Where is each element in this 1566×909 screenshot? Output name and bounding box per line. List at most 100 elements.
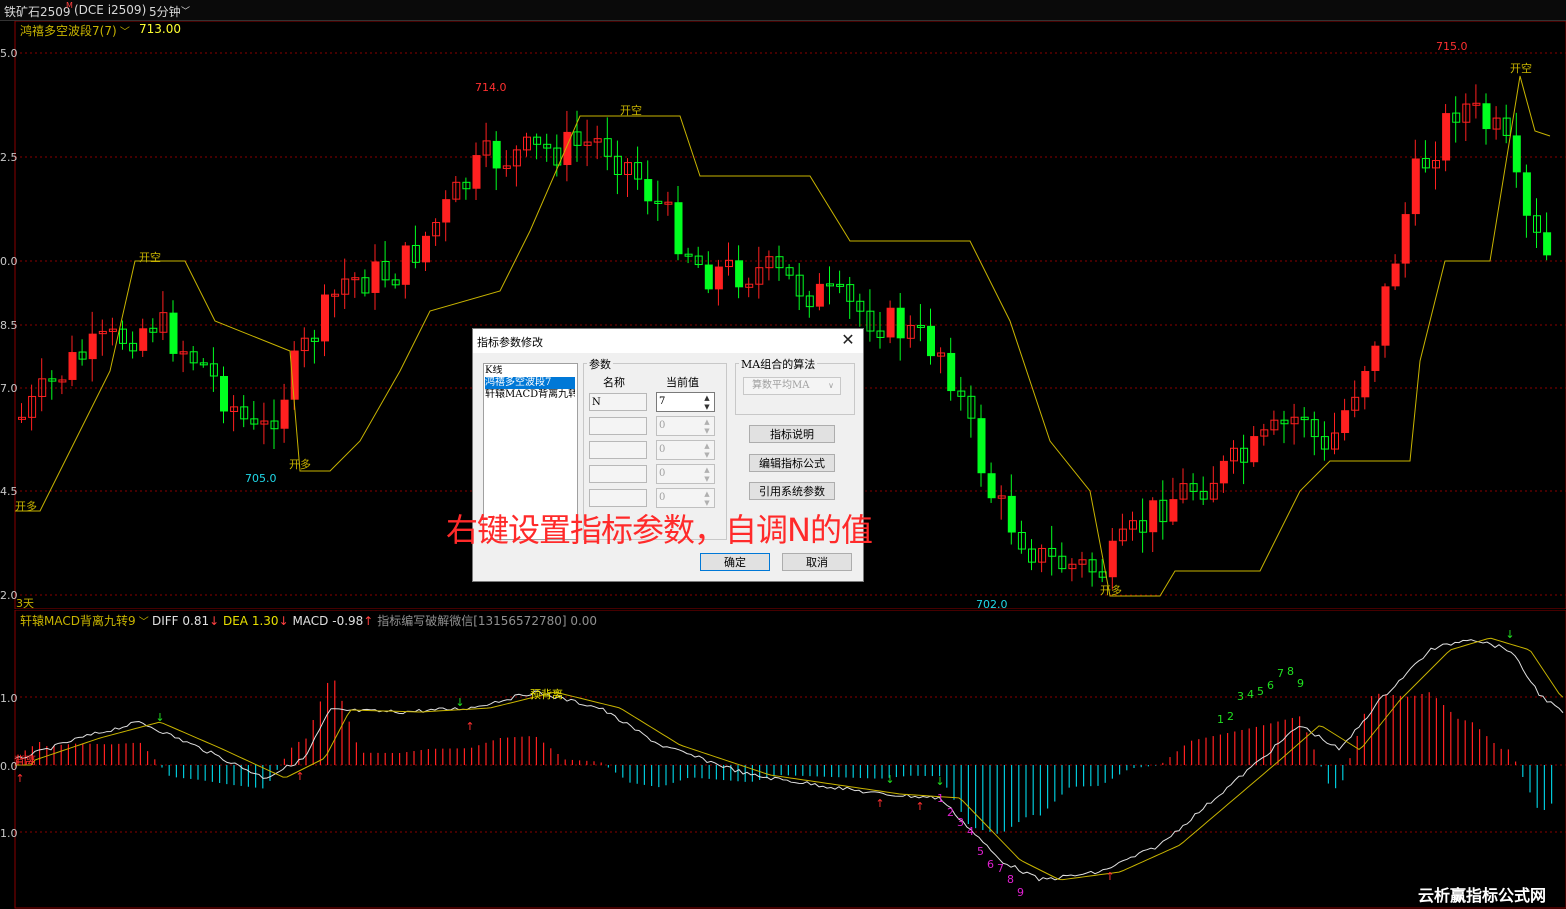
days-label: 3天 bbox=[16, 597, 34, 610]
col-value-header: 当前值 bbox=[666, 376, 699, 389]
list-item-selected[interactable]: 鸿禧多空波段7 bbox=[485, 377, 575, 389]
param-value-spinner: 0 ▲ ▼ bbox=[656, 416, 715, 436]
signal-open-long: 开多 bbox=[289, 458, 311, 471]
candle-body bbox=[896, 307, 905, 339]
chevron-down-icon[interactable]: ﹀ bbox=[181, 4, 190, 17]
candle-body bbox=[1482, 103, 1491, 130]
dea-line bbox=[15, 637, 1564, 881]
candle-body bbox=[927, 325, 935, 357]
candle-body bbox=[1371, 345, 1380, 372]
candle-body bbox=[674, 202, 683, 255]
count-green: 9 bbox=[1297, 677, 1304, 690]
candle-body bbox=[644, 179, 653, 202]
signal-open-short: 开空 bbox=[139, 251, 161, 264]
candle-body bbox=[1219, 460, 1228, 484]
count-pink: 1 bbox=[937, 792, 944, 805]
edit-formula-button[interactable]: 编辑指标公式 bbox=[749, 454, 835, 472]
annotation-overlay: 右键设置指标参数，自调N的值 bbox=[446, 511, 873, 549]
candle-body bbox=[947, 352, 956, 392]
ok-button[interactable]: 确定 bbox=[700, 553, 770, 571]
count-green: 2 bbox=[1227, 710, 1234, 723]
signal-open-short: 开空 bbox=[1510, 62, 1532, 75]
y-axis-label: 2.5 bbox=[0, 151, 18, 164]
candle-body bbox=[139, 328, 148, 351]
symbol-name[interactable]: 铁矿石2509 bbox=[4, 3, 71, 20]
count-green: 6 bbox=[1267, 679, 1274, 692]
candle-body bbox=[886, 307, 895, 338]
candle-body bbox=[1522, 172, 1531, 216]
param-name-cell bbox=[589, 465, 647, 483]
count-pink: 5 bbox=[977, 845, 984, 858]
count-pink: 2 bbox=[947, 806, 954, 819]
candle-body bbox=[704, 264, 713, 290]
param-value[interactable]: 7 bbox=[659, 396, 665, 407]
count-pink: 6 bbox=[987, 858, 994, 871]
count-pink: 7 bbox=[997, 862, 1004, 875]
candle-body bbox=[401, 245, 410, 285]
macd-chart[interactable]: ↑↓↑↓↑↑↓↑↓↑↓ bbox=[0, 610, 1566, 909]
param-value-spinner: 0 ▲ ▼ bbox=[656, 440, 715, 460]
spin-down-icon: ▼ bbox=[704, 475, 710, 483]
close-icon[interactable]: ✕ bbox=[839, 331, 857, 349]
arrow-up-icon: ↑ bbox=[15, 772, 24, 785]
candle-body bbox=[1007, 495, 1016, 533]
list-item[interactable]: 轩辕MACD背离九转 bbox=[485, 389, 575, 401]
count-green: 8 bbox=[1287, 665, 1294, 678]
period-selector[interactable]: 5分钟 bbox=[149, 3, 181, 20]
param-value-spinner[interactable]: 7 ▲ ▼ bbox=[656, 392, 715, 412]
y-axis-label: 8.5 bbox=[0, 319, 18, 332]
sub-y-axis-label: 1.0 bbox=[0, 692, 18, 705]
candle-body bbox=[1169, 499, 1178, 522]
arrow-up-icon: ↑ bbox=[915, 800, 924, 813]
candle-body bbox=[815, 283, 824, 307]
dialog-titlebar[interactable]: 指标参数修改 ✕ bbox=[473, 329, 863, 353]
signal-open-short: 开空 bbox=[620, 104, 642, 117]
spin-up-icon[interactable]: ▲ bbox=[701, 394, 713, 402]
candle-body bbox=[492, 140, 501, 169]
dea-value: DEA 1.30 bbox=[222, 614, 279, 628]
param-value: 0 bbox=[659, 444, 666, 455]
param-value: 0 bbox=[659, 492, 666, 503]
count-green: 4 bbox=[1247, 688, 1254, 701]
param-name-cell bbox=[589, 441, 647, 459]
spin-up-icon: ▲ bbox=[704, 490, 710, 498]
y-axis-label: 7.0 bbox=[0, 382, 18, 395]
count-green: 5 bbox=[1257, 685, 1264, 698]
param-value: 0 bbox=[659, 420, 666, 431]
main-indicator-name[interactable]: 鸿禧多空波段7(7) ﹀ bbox=[20, 22, 130, 39]
indicator-help-button[interactable]: 指标说明 bbox=[749, 425, 835, 443]
candle-body bbox=[1512, 135, 1521, 173]
candle-body bbox=[563, 131, 572, 166]
signal-open-long: 开多 bbox=[15, 500, 37, 513]
candle-body bbox=[1149, 500, 1158, 533]
count-pink: 8 bbox=[1007, 873, 1014, 886]
sub-indicator-name[interactable]: 轩辕MACD背离九转9 bbox=[20, 614, 136, 628]
param-value-spinner: 0 ▲ ▼ bbox=[656, 464, 715, 484]
chart-frame bbox=[14, 610, 1566, 909]
author-note: 指标编写破解微信[13156572780] 0.00 bbox=[377, 614, 598, 628]
y-axis-label: 4.5 bbox=[0, 485, 18, 498]
count-pink: 3 bbox=[957, 816, 964, 829]
candle-body bbox=[169, 312, 178, 354]
spin-down-icon[interactable]: ▼ bbox=[701, 403, 713, 411]
ma-algorithm-value: 算数平均MA bbox=[752, 380, 810, 391]
cancel-button[interactable]: 取消 bbox=[782, 553, 852, 571]
system-params-button[interactable]: 引用系统参数 bbox=[749, 482, 835, 500]
dialog-title: 指标参数修改 bbox=[477, 336, 543, 349]
candle-body bbox=[1341, 410, 1350, 434]
spin-up-icon: ▲ bbox=[704, 418, 710, 426]
col-name-header: 名称 bbox=[603, 376, 625, 389]
y-axis-label: 2.0 bbox=[0, 589, 18, 602]
candle-body bbox=[280, 399, 289, 429]
signal-open-long: 开多 bbox=[1100, 584, 1122, 597]
spin-up-icon: ▲ bbox=[704, 442, 710, 450]
arrow-down-icon: ↓ bbox=[455, 696, 464, 709]
candle-body bbox=[220, 375, 228, 412]
ma-algorithm-select: 算数平均MA ∨ bbox=[743, 377, 841, 395]
list-item[interactable]: K线 bbox=[485, 365, 575, 377]
arrow-down-icon: ↓ bbox=[1505, 628, 1514, 641]
candle-body bbox=[977, 418, 986, 474]
arrow-down-icon: ↓ bbox=[885, 773, 894, 786]
sub-y-axis-label: 1.0 bbox=[0, 827, 18, 840]
chevron-down-icon[interactable]: ﹀ bbox=[136, 617, 152, 628]
